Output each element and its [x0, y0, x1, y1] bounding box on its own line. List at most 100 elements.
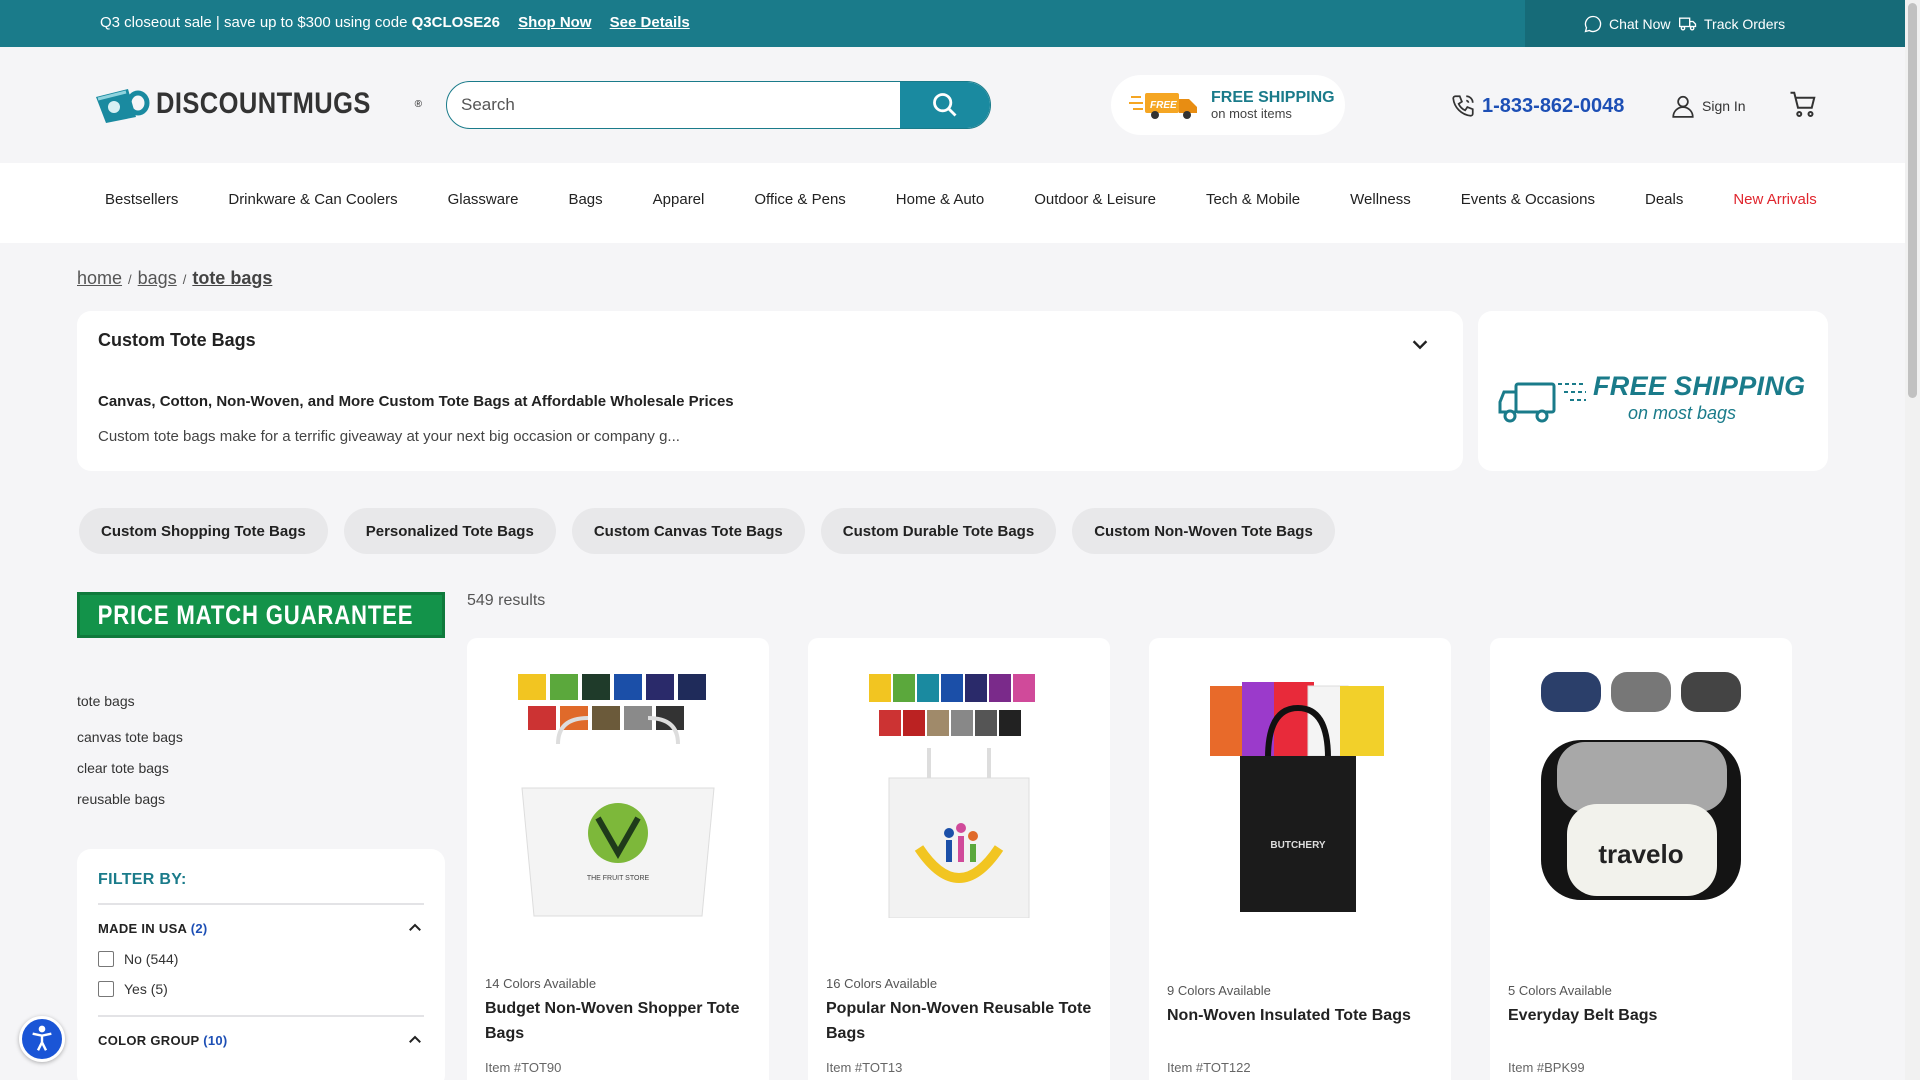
filter-title: FILTER BY: — [98, 871, 187, 888]
nav-home-auto[interactable]: Home & Auto — [896, 191, 984, 208]
product-card[interactable]: 16 Colors Available Popular Non-Woven Re… — [808, 638, 1110, 1080]
filter-panel: FILTER BY: MADE IN USA (2) No (544) Yes … — [77, 849, 445, 1080]
nav-events-occasions[interactable]: Events & Occasions — [1461, 191, 1595, 208]
chip-custom-durable-tote-bags[interactable]: Custom Durable Tote Bags — [820, 508, 1057, 554]
nav-deals[interactable]: Deals — [1645, 191, 1683, 208]
chat-now-label: Chat Now — [1609, 16, 1671, 32]
chip-custom-non-woven-tote-bags[interactable]: Custom Non-Woven Tote Bags — [1072, 508, 1335, 554]
sign-in-link[interactable]: Sign In — [1670, 93, 1746, 119]
mug-logo-icon — [96, 89, 150, 123]
subcategory-chips: Custom Shopping Tote Bags Personalized T… — [79, 508, 1335, 554]
accessibility-button[interactable] — [19, 1016, 65, 1062]
free-shipping-banner[interactable]: FREE SHIPPING on most bags — [1478, 311, 1828, 471]
see-details-link[interactable]: See Details — [610, 14, 690, 31]
product-item-number: Item #BPK99 — [1508, 1060, 1585, 1075]
results-count: 549 results — [467, 592, 546, 609]
product-name[interactable]: Everyday Belt Bags — [1508, 1003, 1778, 1028]
product-name[interactable]: Non-Woven Insulated Tote Bags — [1167, 1003, 1437, 1028]
main-navigation: Bestsellers Drinkware & Can Coolers Glas… — [0, 163, 1905, 243]
nav-outdoor-leisure[interactable]: Outdoor & Leisure — [1034, 191, 1156, 208]
fast-truck-icon: FREE — [1129, 93, 1197, 119]
free-shipping-sub: on most items — [1211, 106, 1292, 121]
search-button[interactable] — [900, 82, 990, 128]
nav-bags[interactable]: Bags — [568, 191, 602, 208]
description-toggle[interactable] — [1409, 333, 1431, 360]
discountmugs-logo[interactable]: DISCOUNTMUGS ® — [92, 83, 422, 125]
chip-custom-shopping-tote-bags[interactable]: Custom Shopping Tote Bags — [79, 508, 328, 554]
nav-glassware[interactable]: Glassware — [448, 191, 519, 208]
chevron-up-icon — [409, 1035, 421, 1043]
breadcrumb-separator: / — [128, 272, 132, 287]
nav-wellness[interactable]: Wellness — [1350, 191, 1411, 208]
nav-bestsellers[interactable]: Bestsellers — [105, 191, 178, 208]
promo-message: Q3 closeout sale | save up to $300 using… — [100, 14, 690, 31]
page-scrollbar[interactable] — [1905, 0, 1920, 1080]
option-label: No (544) — [124, 951, 179, 967]
chip-custom-canvas-tote-bags[interactable]: Custom Canvas Tote Bags — [571, 508, 805, 554]
free-shipping-title: FREE SHIPPING — [1211, 89, 1335, 106]
product-item-number: Item #TOT122 — [1167, 1060, 1251, 1075]
sidebar-current-category[interactable]: tote bags — [77, 693, 183, 709]
breadcrumb-separator: / — [182, 272, 187, 287]
phone-link[interactable]: 1-833-862-0048 — [1450, 93, 1624, 119]
checkbox[interactable] — [98, 981, 114, 997]
sidebar-link-clear[interactable]: clear tote bags — [77, 760, 183, 776]
price-match-guarantee-banner[interactable]: PRICE MATCH GUARANTEE — [77, 592, 445, 638]
nav-drinkware[interactable]: Drinkware & Can Coolers — [228, 191, 397, 208]
nav-tech-mobile[interactable]: Tech & Mobile — [1206, 191, 1300, 208]
phone-icon — [1452, 95, 1474, 117]
filter-option-yes[interactable]: Yes (5) — [98, 981, 424, 997]
filter-group-count: (2) — [190, 920, 208, 936]
product-image: THE FRUIT STORE — [518, 674, 715, 917]
product-name[interactable]: Popular Non-Woven Reusable Tote Bags — [826, 996, 1096, 1046]
chat-bubble-icon — [1584, 15, 1602, 33]
shipping-banner-sub: on most bags — [1628, 403, 1737, 423]
nav-new-arrivals[interactable]: New Arrivals — [1733, 191, 1816, 208]
breadcrumb-bags[interactable]: bags — [138, 268, 177, 288]
shipping-banner-title: FREE SHIPPING — [1593, 371, 1806, 401]
sign-in-label: Sign In — [1702, 98, 1746, 114]
logo-registered-mark: ® — [414, 98, 423, 110]
filter-group-label: MADE IN USA — [98, 920, 187, 936]
track-orders-link[interactable]: Track Orders — [1678, 14, 1785, 34]
checkbox[interactable] — [98, 951, 114, 967]
description-subtitle: Canvas, Cotton, Non-Woven, and More Cust… — [98, 393, 734, 410]
user-icon — [1672, 95, 1694, 118]
logo-wordmark: DISCOUNTMUGS — [156, 87, 371, 120]
product-colors-available: 14 Colors Available — [485, 976, 597, 991]
sidebar-link-reusable[interactable]: reusable bags — [77, 791, 183, 807]
filter-group-color-group[interactable]: COLOR GROUP (10) — [98, 1031, 424, 1049]
nav-office-pens[interactable]: Office & Pens — [754, 191, 845, 208]
breadcrumb-home[interactable]: home — [77, 268, 122, 288]
product-card[interactable]: BUTCHERY 9 Colors Available Non-Woven In… — [1149, 638, 1451, 1080]
product-image: BUTCHERY — [1210, 682, 1384, 912]
sidebar-link-canvas[interactable]: canvas tote bags — [77, 729, 183, 745]
delivery-truck-icon — [1498, 382, 1586, 423]
accessibility-icon — [32, 1025, 52, 1051]
chat-now-link[interactable]: Chat Now — [1583, 14, 1670, 34]
chip-personalized-tote-bags[interactable]: Personalized Tote Bags — [343, 508, 556, 554]
product-item-number: Item #TOT90 — [485, 1060, 562, 1075]
free-shipping-badge[interactable]: FREE FREE SHIPPING on most items — [1111, 75, 1345, 135]
topbar-utility-links: Chat Now Track Orders — [1525, 0, 1905, 47]
product-print-text: BUTCHERY — [1270, 840, 1326, 851]
product-card[interactable]: THE FRUIT STORE 14 Colors Available Budg… — [467, 638, 769, 1080]
product-print-text: travelo — [1598, 839, 1683, 869]
product-image — [869, 674, 1035, 918]
filter-group-made-in-usa[interactable]: MADE IN USA (2) — [98, 919, 424, 937]
search-bar — [446, 81, 991, 129]
sidebar-category-links: tote bags canvas tote bags clear tote ba… — [77, 693, 183, 822]
filter-option-no[interactable]: No (544) — [98, 951, 424, 967]
product-name[interactable]: Budget Non-Woven Shopper Tote Bags — [485, 996, 755, 1046]
description-text: Custom tote bags make for a terrific giv… — [98, 428, 680, 445]
divider — [98, 1015, 424, 1017]
product-card[interactable]: travelo 5 Colors Available Everyday Belt… — [1490, 638, 1792, 1080]
nav-apparel[interactable]: Apparel — [653, 191, 705, 208]
promo-text: Q3 closeout sale | save up to $300 using… — [100, 14, 412, 31]
scrollbar-thumb[interactable] — [1908, 3, 1917, 398]
cart-button[interactable] — [1788, 89, 1818, 124]
site-header: DISCOUNTMUGS ® FREE FREE SHIPPING on most… — [0, 47, 1905, 163]
shop-now-link[interactable]: Shop Now — [518, 14, 591, 31]
search-input[interactable] — [447, 82, 902, 128]
breadcrumb-current[interactable]: tote bags — [192, 268, 272, 288]
